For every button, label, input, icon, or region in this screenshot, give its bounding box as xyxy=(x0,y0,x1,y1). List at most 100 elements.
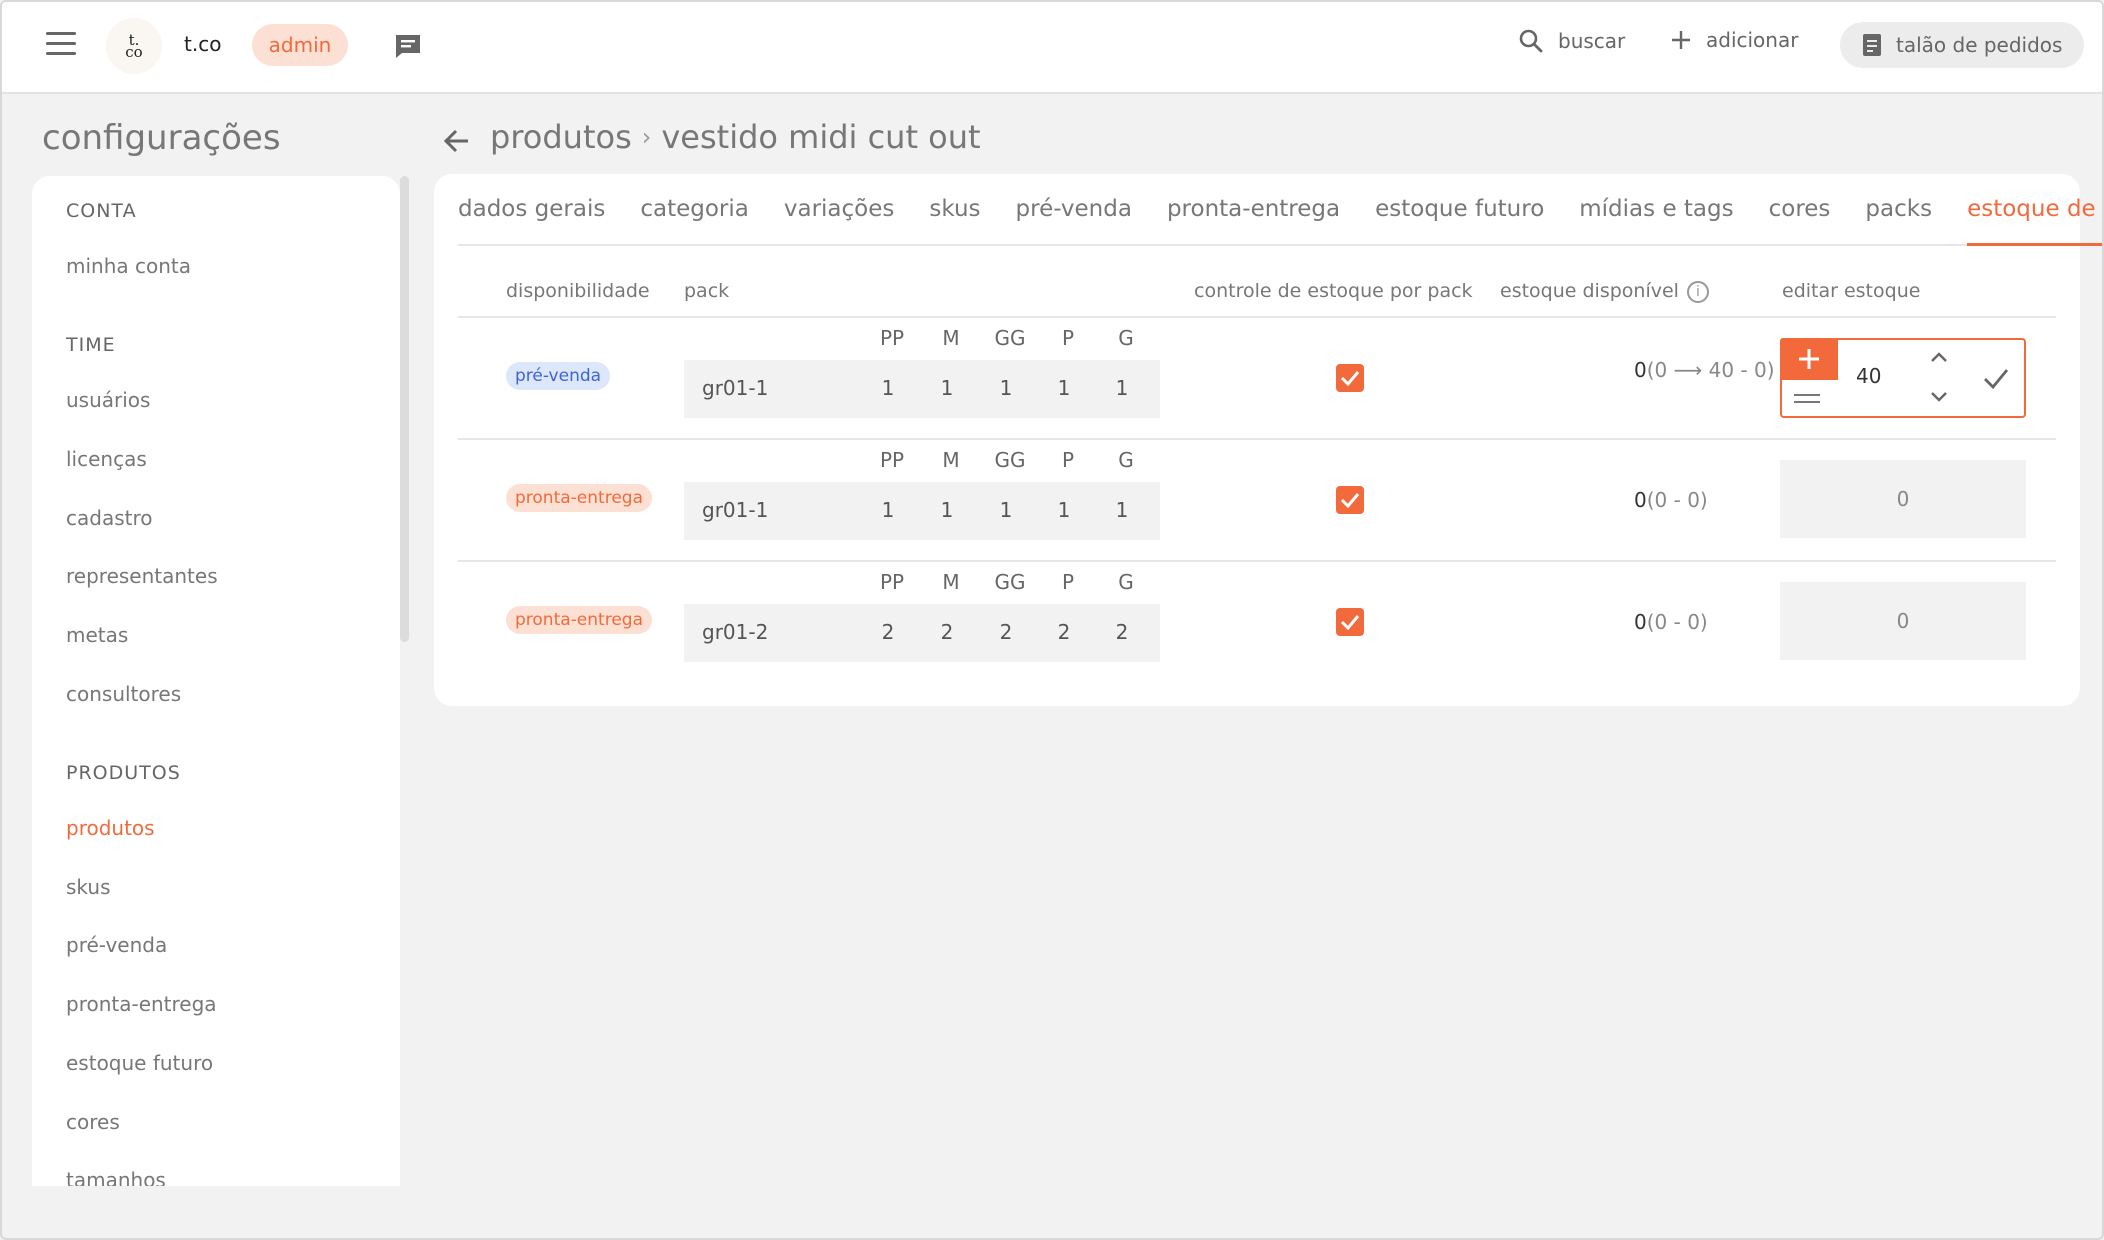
brand-name: t.co xyxy=(184,32,222,56)
pack-quantity: 1 xyxy=(881,376,895,400)
stock-control-checkbox[interactable] xyxy=(1336,608,1364,636)
search-label: buscar xyxy=(1558,29,1626,53)
search-button[interactable]: buscar xyxy=(1518,28,1625,54)
sidebar-item-representantes[interactable]: representantes xyxy=(66,564,218,588)
stock-edit-field[interactable]: 0 xyxy=(1780,460,2026,538)
add-button[interactable]: adicionar xyxy=(1670,28,1798,52)
pack-name: gr01-2 xyxy=(702,620,769,644)
page-title: configurações xyxy=(42,118,281,158)
info-icon[interactable]: i xyxy=(1687,280,1709,303)
stock-edit-field[interactable]: 0 xyxy=(1780,582,2026,660)
sidebar-item-estoque-futuro[interactable]: estoque futuro xyxy=(66,1051,213,1075)
size-header: G xyxy=(1118,570,1134,594)
tab-midias-e-tags[interactable]: mídias e tags xyxy=(1579,196,1733,244)
available-stock: 0(0 ⟶ 40 - 0) xyxy=(1634,358,1775,382)
tab-dados-gerais[interactable]: dados gerais xyxy=(458,196,605,244)
sidebar-section-time: TIME xyxy=(66,334,116,356)
pack-name: gr01-1 xyxy=(702,376,769,400)
sidebar-scrollbar[interactable] xyxy=(400,176,409,642)
notepad-icon xyxy=(1863,34,1881,56)
orders-pad-label: talão de pedidos xyxy=(1896,33,2063,57)
app-window: t. co t.co admin buscar adicionar talão … xyxy=(0,0,2104,1240)
stock-edit-input[interactable] xyxy=(1856,364,1916,388)
tab-packs[interactable]: packs xyxy=(1865,196,1932,244)
breadcrumb-parent[interactable]: produtos xyxy=(490,118,632,156)
size-header: M xyxy=(942,326,960,350)
pack-quantity: 1 xyxy=(1057,376,1071,400)
stock-detail: (0 - 0) xyxy=(1646,610,1708,634)
tab-estoque-de-packs[interactable]: estoque de packs xyxy=(1967,196,2102,246)
check-icon xyxy=(1340,615,1360,630)
menu-icon[interactable] xyxy=(46,32,76,58)
sidebar-item-pre-venda[interactable]: pré-venda xyxy=(66,933,167,957)
chat-icon[interactable] xyxy=(394,33,422,59)
table-row: pronta-entrega PP M GG P G gr01-1 1 1 1 … xyxy=(458,438,2056,560)
table-row: pré-venda PP M GG P G gr01-1 1 1 1 1 1 0… xyxy=(458,316,2056,438)
pack-quantity: 1 xyxy=(1057,498,1071,522)
sidebar-item-tamanhos[interactable]: tamanhos xyxy=(66,1168,166,1186)
chevron-down-icon[interactable] xyxy=(1928,390,1950,404)
sidebar-item-consultores[interactable]: consultores xyxy=(66,682,181,706)
pack-quantity: 1 xyxy=(999,498,1013,522)
size-header: G xyxy=(1118,326,1134,350)
stock-edit-value: 0 xyxy=(1896,609,1910,633)
pack-quantity: 2 xyxy=(881,620,895,644)
sidebar: CONTA minha conta TIME usuários licenças… xyxy=(32,176,400,1186)
sidebar-item-metas[interactable]: metas xyxy=(66,623,128,647)
availability-badge: pré-venda xyxy=(506,362,611,390)
tab-cores[interactable]: cores xyxy=(1769,196,1831,244)
stock-control-checkbox[interactable] xyxy=(1336,364,1364,392)
brand-logo[interactable]: t. co xyxy=(106,18,162,74)
sidebar-item-licencas[interactable]: licenças xyxy=(66,447,147,471)
header-edit-stock: editar estoque xyxy=(1782,280,1921,302)
back-arrow-icon[interactable] xyxy=(442,126,472,156)
size-header: PP xyxy=(879,448,905,472)
pack-name: gr01-1 xyxy=(702,498,769,522)
tab-categoria[interactable]: categoria xyxy=(640,196,749,244)
tab-pre-venda[interactable]: pré-venda xyxy=(1016,196,1132,244)
pack-quantity: 1 xyxy=(999,376,1013,400)
sidebar-item-minha-conta[interactable]: minha conta xyxy=(66,254,191,278)
sidebar-item-pronta-entrega[interactable]: pronta-entrega xyxy=(66,992,217,1016)
availability-badge: pronta-entrega xyxy=(506,484,652,512)
pack-quantity: 2 xyxy=(999,620,1013,644)
stock-edit-field xyxy=(1780,338,2026,418)
size-header: P xyxy=(1061,570,1075,594)
size-header: GG xyxy=(994,448,1026,472)
main-card: dados gerais categoria variações skus pr… xyxy=(434,174,2102,706)
sidebar-item-cores[interactable]: cores xyxy=(66,1110,120,1134)
breadcrumb-separator: › xyxy=(641,123,652,151)
stock-control-checkbox[interactable] xyxy=(1336,486,1364,514)
availability-badge: pronta-entrega xyxy=(506,606,652,634)
header-availability: disponibilidade xyxy=(506,280,650,302)
increment-mode-button[interactable] xyxy=(1780,338,1838,380)
chevron-up-icon[interactable] xyxy=(1928,350,1950,364)
tab-skus[interactable]: skus xyxy=(929,196,980,244)
header-available-stock: estoque disponível i xyxy=(1500,280,1709,303)
orders-pad-button[interactable]: talão de pedidos xyxy=(1840,22,2084,68)
sidebar-item-usuarios[interactable]: usuários xyxy=(66,388,150,412)
stock-detail: (0 - 0) xyxy=(1646,488,1708,512)
sidebar-item-skus[interactable]: skus xyxy=(66,875,110,899)
tab-pronta-entrega[interactable]: pronta-entrega xyxy=(1167,196,1340,244)
confirm-check-icon[interactable] xyxy=(1982,364,2010,392)
tab-estoque-futuro[interactable]: estoque futuro xyxy=(1375,196,1544,244)
pack-grid: gr01-1 1 1 1 1 1 xyxy=(684,482,1160,540)
size-header: M xyxy=(942,570,960,594)
equals-icon[interactable] xyxy=(1794,394,1820,408)
pack-quantity: 1 xyxy=(1115,376,1129,400)
tab-variacoes[interactable]: variações xyxy=(784,196,895,244)
pack-grid: gr01-1 1 1 1 1 1 xyxy=(684,360,1160,418)
available-stock: 0(0 - 0) xyxy=(1634,488,1708,512)
sidebar-section-conta: CONTA xyxy=(66,200,137,222)
plus-icon xyxy=(1672,31,1690,49)
size-header: G xyxy=(1118,448,1134,472)
size-header: GG xyxy=(994,326,1026,350)
stock-arrow: ⟶ xyxy=(1673,358,1703,382)
add-label: adicionar xyxy=(1706,28,1799,52)
sidebar-item-cadastro[interactable]: cadastro xyxy=(66,506,152,530)
sidebar-section-produtos: PRODUTOS xyxy=(66,762,181,784)
size-header: P xyxy=(1061,326,1075,350)
pack-quantity: 2 xyxy=(1115,620,1129,644)
sidebar-item-produtos[interactable]: produtos xyxy=(66,816,155,840)
